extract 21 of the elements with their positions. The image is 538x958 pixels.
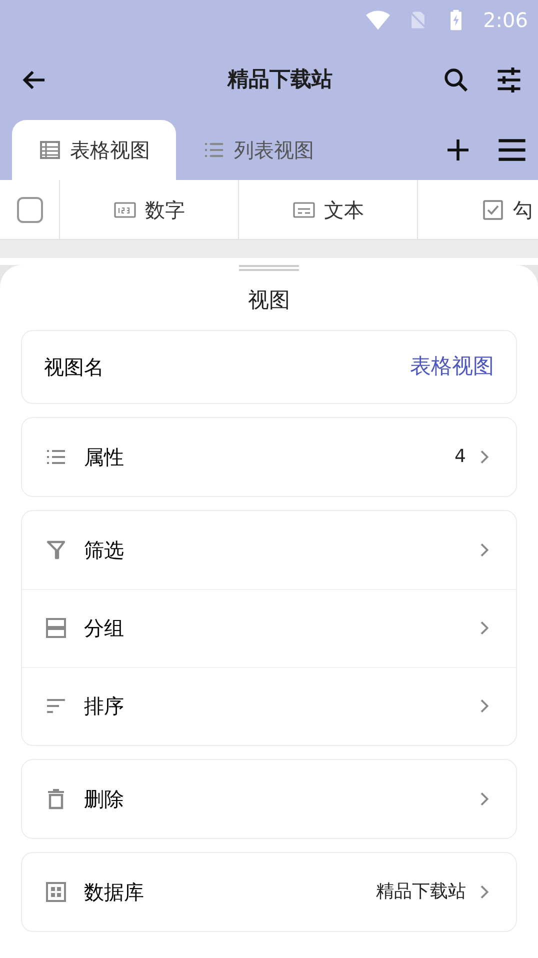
grid-icon [44, 880, 68, 904]
settings-row[interactable]: 数据库 精品下载站 [22, 852, 516, 930]
sheet-title: 视图 [247, 287, 291, 314]
column-header[interactable]: 数字 [145, 195, 185, 225]
column-header[interactable]: 文本 [324, 195, 364, 225]
settings-row[interactable]: 属性 4 [22, 418, 516, 496]
view-tab[interactable]: 列表视图 [176, 120, 340, 180]
view-tab[interactable]: 表格视图 [12, 120, 176, 180]
checkbox-icon [481, 198, 505, 222]
app-title: 精品下载站 [226, 66, 334, 94]
search-icon [442, 66, 470, 94]
settings-row[interactable]: 排序 [22, 666, 516, 744]
search-button[interactable] [442, 66, 470, 94]
settings-row[interactable]: 视图名 表格视图 [22, 330, 516, 402]
table-icon [38, 138, 62, 162]
checkbox[interactable] [16, 197, 42, 223]
clock-time: 2:06 [483, 7, 528, 34]
group-icon [44, 616, 68, 640]
drag-handle[interactable] [239, 265, 299, 271]
column-header[interactable]: 勾 [513, 195, 533, 225]
settings-row[interactable]: 删除 [22, 760, 516, 838]
